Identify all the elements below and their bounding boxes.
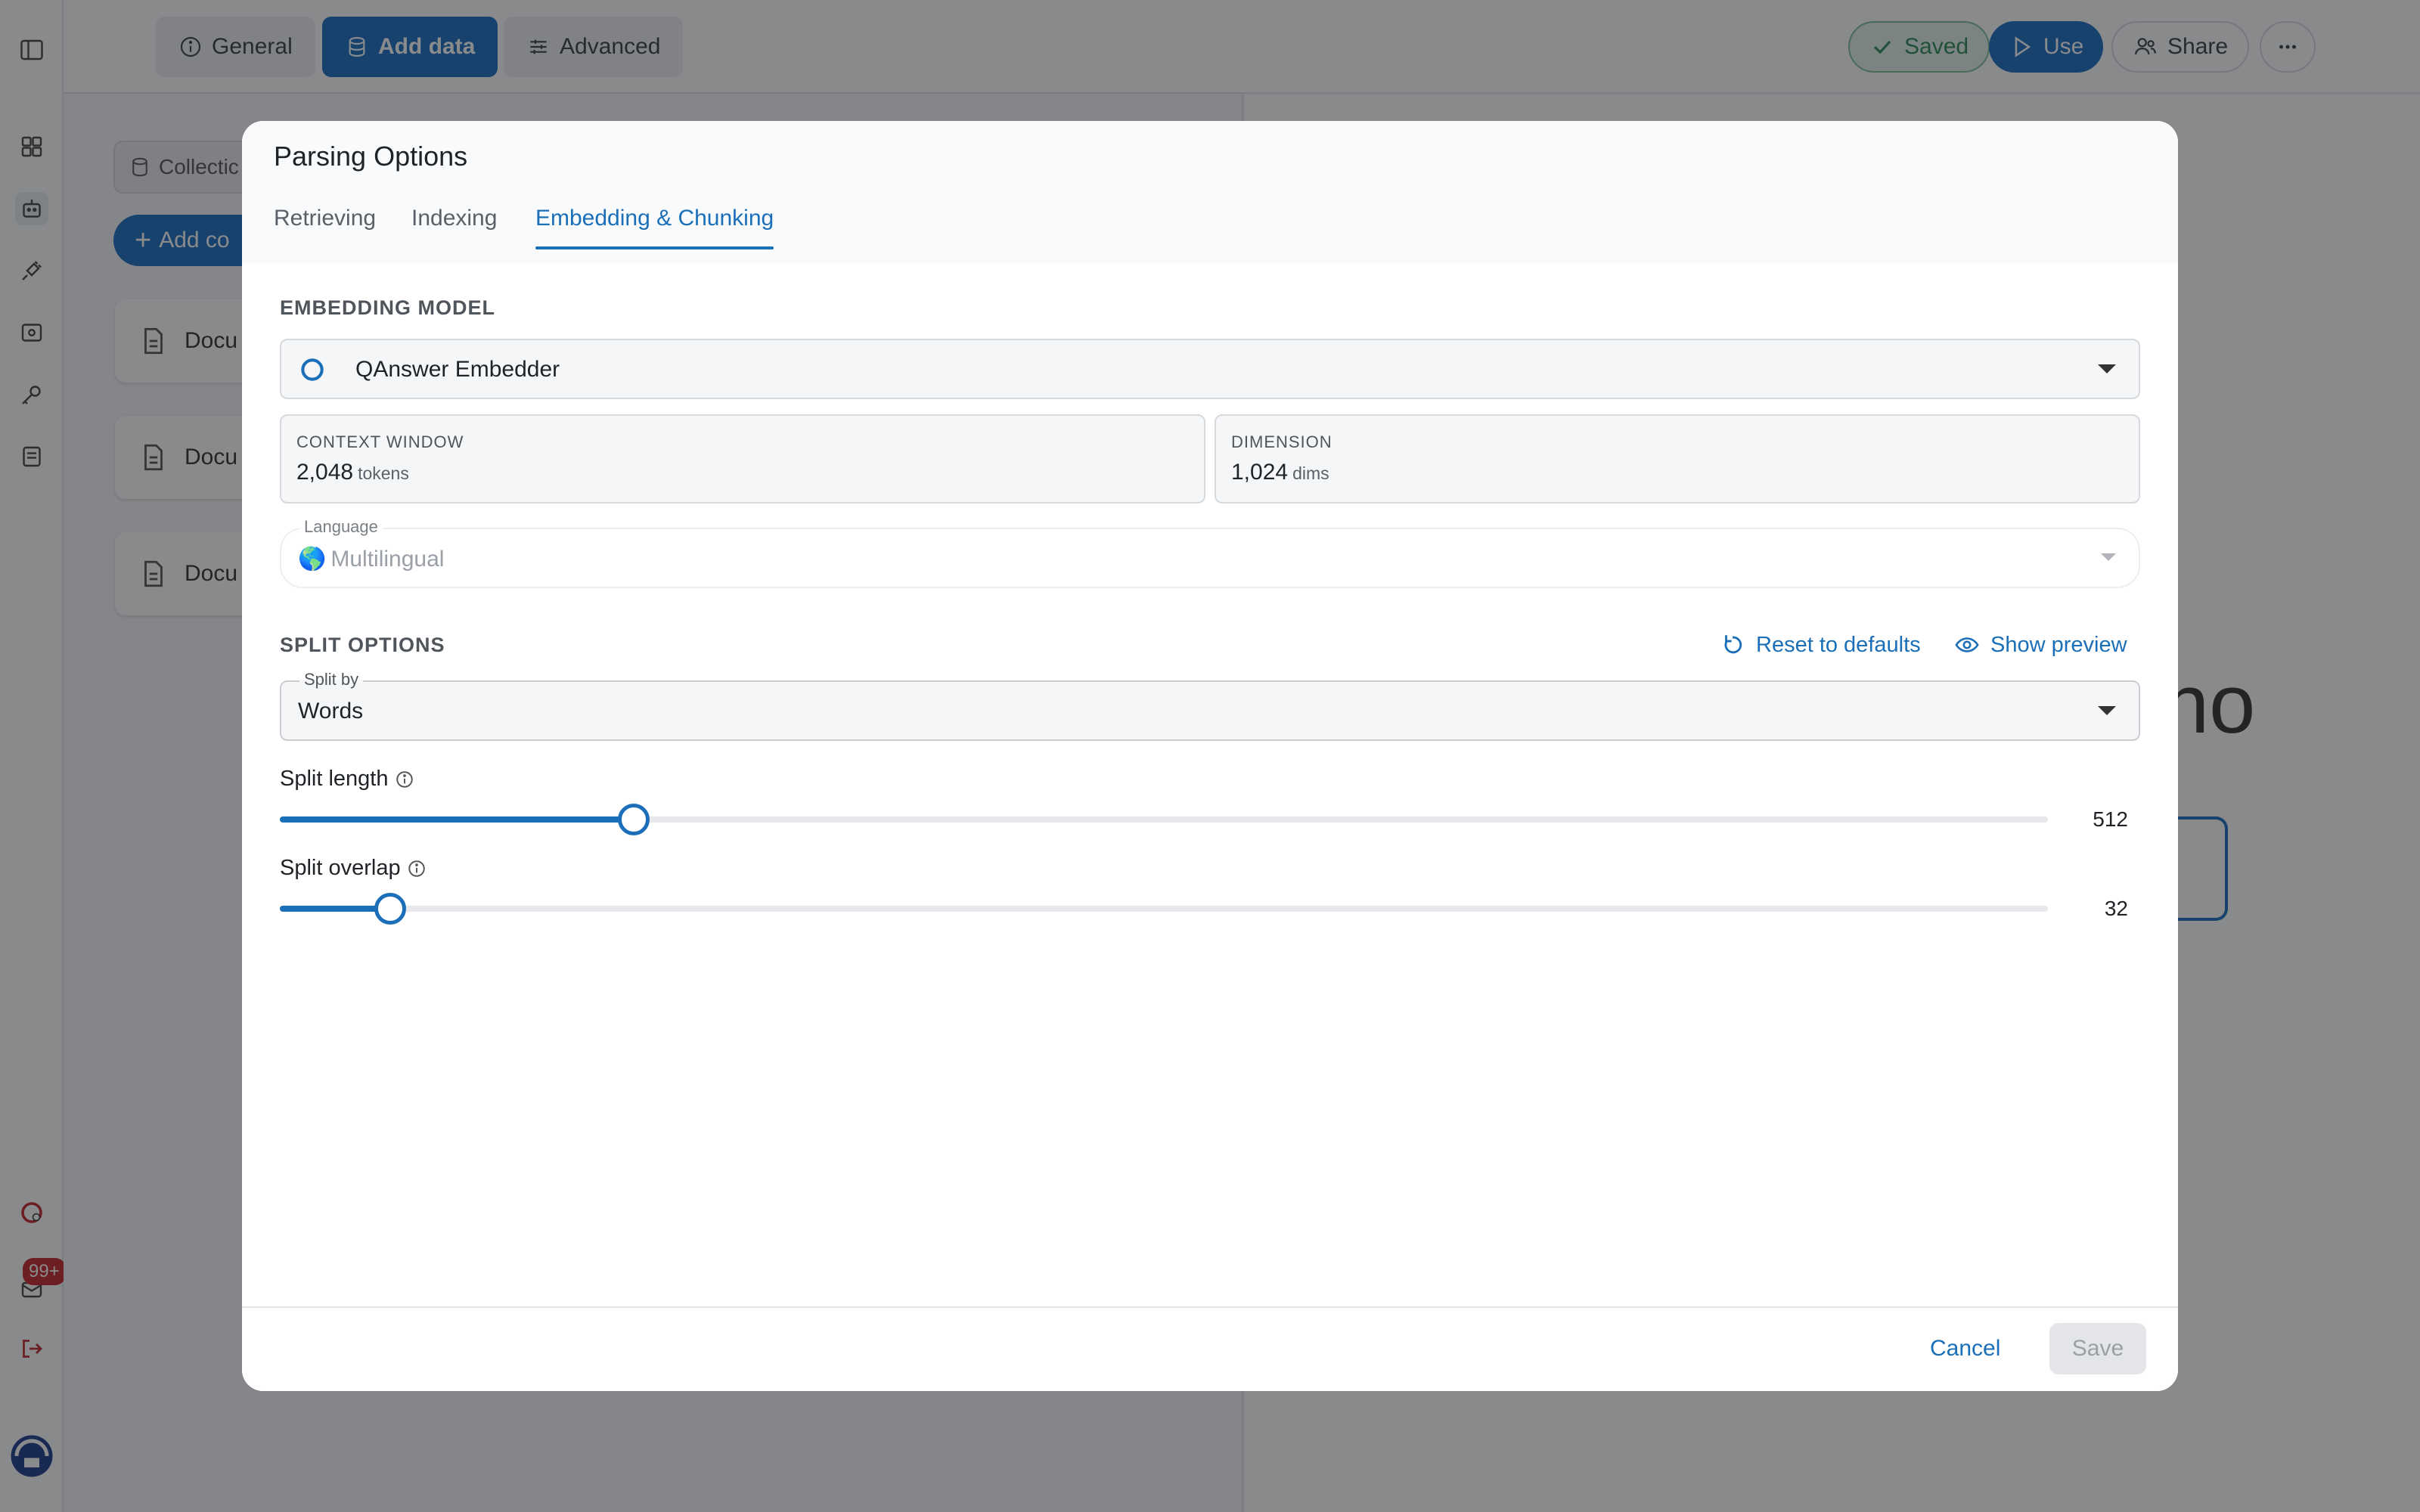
tab-embedding-chunking[interactable]: Embedding & Chunking xyxy=(535,206,774,249)
dialog-title: Parsing Options xyxy=(274,141,468,172)
chevron-down-icon xyxy=(2101,553,2116,561)
split-length-text: Split length xyxy=(280,767,389,791)
show-preview-label: Show preview xyxy=(1990,632,2127,657)
tab-retrieving[interactable]: Retrieving xyxy=(274,206,376,249)
reset-icon xyxy=(1724,635,1742,654)
chevron-down-icon xyxy=(2098,364,2116,373)
cancel-button[interactable]: Cancel xyxy=(1922,1323,2008,1374)
split-length-fill xyxy=(280,816,634,823)
split-overlap-value: 32 xyxy=(2104,897,2128,920)
context-window-value: 2,048 tokens xyxy=(296,460,409,485)
embedding-model-heading: EMBEDDING MODEL xyxy=(280,296,495,319)
split-overlap-label: Split overlap xyxy=(280,856,427,881)
language-label: Language xyxy=(299,517,383,537)
reset-defaults-button[interactable]: Reset to defaults xyxy=(1720,632,1921,658)
globe-icon: 🌎 xyxy=(298,547,327,572)
language-select[interactable]: Language 🌎 Multilingual xyxy=(280,517,2140,588)
tab-indexing[interactable]: Indexing xyxy=(411,206,497,249)
context-window-number: 2,048 xyxy=(296,460,354,485)
info-icon[interactable] xyxy=(395,770,414,789)
split-by-label: Split by xyxy=(299,670,364,689)
show-preview-button[interactable]: Show preview xyxy=(1954,632,2127,658)
split-overlap-slider[interactable] xyxy=(280,893,2048,925)
split-overlap-thumb[interactable] xyxy=(374,893,407,925)
dimension-number: 1,024 xyxy=(1231,460,1289,485)
split-length-thumb[interactable] xyxy=(617,804,650,835)
dimension-card: DIMENSION 1,024 dims xyxy=(1215,414,2140,503)
dimension-unit: dims xyxy=(1292,463,1329,483)
dialog-header: Parsing Options Retrieving Indexing Embe… xyxy=(242,121,2178,263)
split-by-select[interactable]: Split by Words xyxy=(280,670,2140,741)
split-length-label: Split length xyxy=(280,767,414,792)
split-overlap-text: Split overlap xyxy=(280,856,401,880)
parsing-options-dialog: Parsing Options Retrieving Indexing Embe… xyxy=(242,121,2178,1391)
dimension-label: DIMENSION xyxy=(1231,432,1333,451)
context-window-label: CONTEXT WINDOW xyxy=(296,432,464,451)
dialog-footer: Cancel Save xyxy=(242,1306,2178,1391)
model-logo-icon xyxy=(301,358,324,381)
app-page: 99+ General Add data Advanced Saved Use xyxy=(0,0,2420,1512)
eye-icon xyxy=(1955,637,1979,652)
split-options-heading: SPLIT OPTIONS xyxy=(280,634,445,656)
language-text: Multilingual xyxy=(330,546,445,572)
split-length-slider[interactable] xyxy=(280,804,2048,835)
reset-defaults-label: Reset to defaults xyxy=(1756,632,1921,657)
info-icon[interactable] xyxy=(407,859,427,878)
embedding-model-select[interactable]: QAnswer Embedder xyxy=(280,339,2140,399)
save-button[interactable]: Save xyxy=(2049,1323,2146,1374)
split-length-value: 512 xyxy=(2093,807,2128,831)
context-window-unit: tokens xyxy=(358,463,409,483)
split-by-value: Words xyxy=(298,699,364,723)
dimension-value: 1,024 dims xyxy=(1231,460,1329,485)
chevron-down-icon xyxy=(2098,706,2116,715)
context-window-card: CONTEXT WINDOW 2,048 tokens xyxy=(280,414,1205,503)
embedding-model-value: QAnswer Embedder xyxy=(355,357,560,382)
language-value: 🌎 Multilingual xyxy=(298,546,444,572)
